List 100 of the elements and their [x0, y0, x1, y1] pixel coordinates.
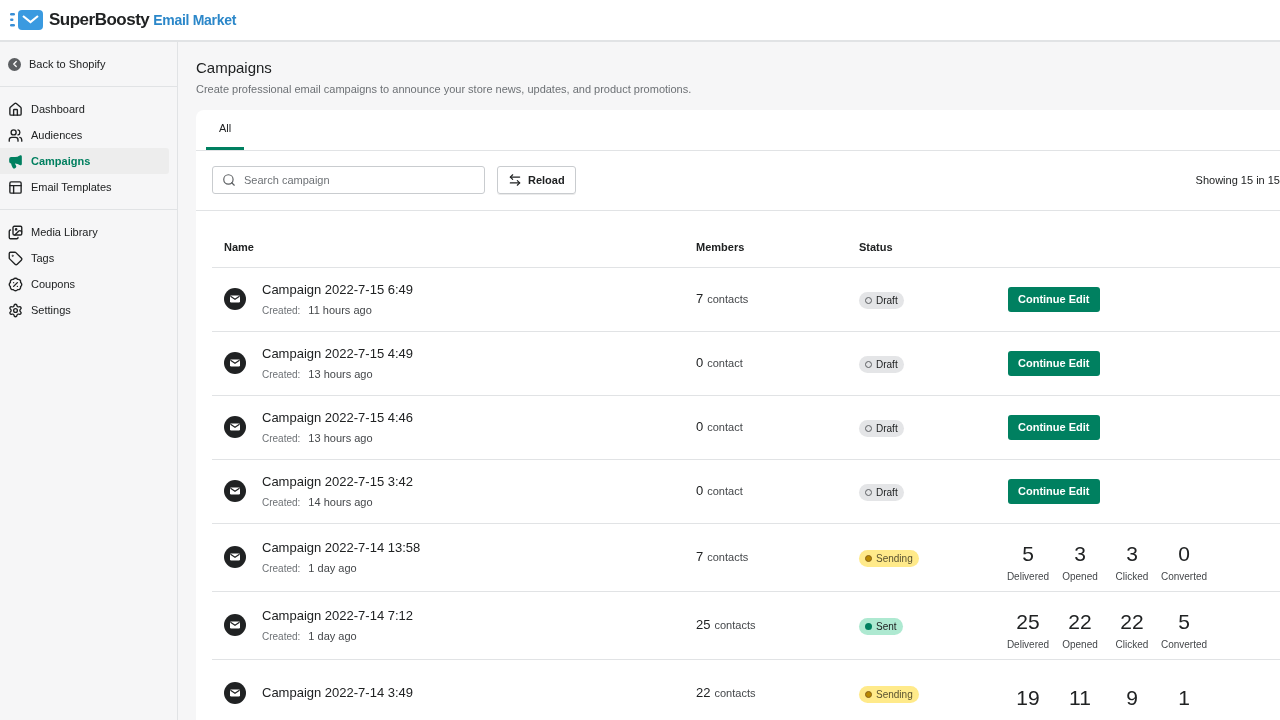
sidebar-item[interactable]: Tags — [0, 245, 169, 271]
created-label: Created: — [262, 495, 301, 510]
search-field[interactable]: Search campaign — [212, 166, 485, 194]
stat-value: 0 — [1178, 540, 1190, 567]
created-time: 1 day ago — [308, 561, 357, 576]
created-time: 11 hours ago — [308, 303, 372, 318]
created-label: Created: — [262, 629, 301, 644]
column-header: Status — [859, 239, 894, 255]
status-badge: Draft — [859, 420, 904, 437]
envelope-icon — [224, 614, 246, 636]
envelope-icon — [224, 416, 246, 438]
campaign-name[interactable]: Campaign 2022-7-15 3:42 — [262, 471, 414, 491]
campaign-name[interactable]: Campaign 2022-7-15 4:49 — [262, 343, 414, 363]
member-count: 0 — [696, 482, 704, 501]
member-unit: contacts — [707, 550, 749, 566]
stat-value: 1 — [1178, 685, 1190, 711]
status-badge: Draft — [859, 484, 904, 501]
stat-value: 22 — [1120, 608, 1144, 635]
page-title: Campaigns — [196, 58, 273, 78]
envelope-icon — [224, 546, 246, 568]
campaign-name[interactable]: Campaign 2022-7-14 3:49 — [262, 683, 414, 703]
search-icon — [222, 173, 236, 187]
status-badge: Sent — [859, 618, 903, 635]
created-time: 13 hours ago — [308, 431, 373, 446]
showing-count: Showing 15 in 15 — [1195, 172, 1280, 188]
created-label: Created: — [262, 367, 301, 382]
status-badge: Sending — [859, 550, 919, 567]
swap-arrows-icon — [508, 173, 522, 187]
member-count: 0 — [696, 354, 704, 373]
stat-value: 25 — [1016, 608, 1040, 635]
stat-label: Delivered — [1006, 569, 1050, 584]
stat-value: 3 — [1126, 540, 1138, 567]
member-count: 25 — [696, 616, 711, 635]
sidebar-item[interactable]: Coupons — [0, 271, 169, 297]
stat-value: 11 — [1069, 685, 1091, 711]
campaign-name[interactable]: Campaign 2022-7-15 4:46 — [262, 407, 414, 427]
created-time: 1 day ago — [308, 629, 357, 644]
status-badge: Sending — [859, 686, 919, 703]
member-count: 7 — [696, 290, 704, 309]
settings-icon — [8, 302, 23, 318]
stat-label: Converted — [1160, 637, 1208, 652]
campaign-name[interactable]: Campaign 2022-7-14 7:12 — [262, 605, 414, 625]
page-subtitle: Create professional email campaigns to announce your store news, updates, and product promotions. — [196, 82, 693, 97]
sidebar-item[interactable]: Settings — [0, 297, 169, 323]
envelope-logo-icon — [10, 9, 43, 31]
product-name: Email Market — [153, 11, 237, 31]
stat-value: 19 — [1016, 685, 1040, 711]
created-label: Created: — [262, 303, 301, 318]
percent-badge-icon — [8, 276, 23, 292]
tag-icon — [8, 250, 23, 266]
campaign-name[interactable]: Campaign 2022-7-14 13:58 — [262, 537, 421, 557]
sidebar-item[interactable]: Email Templates — [0, 174, 169, 200]
member-unit: contact — [707, 420, 743, 436]
stat-label: Clicked — [1115, 569, 1149, 584]
stat-value: 22 — [1068, 608, 1092, 635]
created-time: 14 hours ago — [308, 495, 373, 510]
sidebar-item[interactable]: Campaigns — [0, 148, 169, 174]
home-icon — [8, 101, 23, 117]
stat-value: 5 — [1178, 608, 1190, 635]
tab[interactable]: All — [206, 109, 245, 150]
member-unit: contacts — [714, 618, 756, 634]
sidebar-item[interactable]: Media Library — [0, 219, 169, 245]
back-icon — [8, 57, 21, 71]
people-icon — [8, 127, 23, 143]
megaphone-icon — [8, 153, 23, 169]
campaign-name[interactable]: Campaign 2022-7-15 6:49 — [262, 279, 414, 299]
member-count: 7 — [696, 548, 704, 567]
images-icon — [8, 224, 23, 240]
reload-button[interactable]: Reload — [497, 166, 576, 194]
envelope-icon — [224, 288, 246, 310]
created-label: Created: — [262, 561, 301, 576]
layout-icon — [8, 179, 23, 195]
column-header: Members — [696, 239, 746, 255]
stat-label: Delivered — [1006, 637, 1050, 652]
member-unit: contact — [707, 484, 743, 500]
stat-value: 3 — [1074, 540, 1086, 567]
sidebar-item[interactable]: Audiences — [0, 122, 169, 148]
created-time: 13 hours ago — [308, 367, 373, 382]
brand-name: SuperBoosty — [49, 9, 150, 32]
sidebar-item[interactable]: Dashboard — [0, 96, 169, 122]
member-count: 22 — [696, 684, 711, 703]
member-unit: contacts — [714, 686, 756, 702]
stat-label: Clicked — [1115, 637, 1149, 652]
stat-value: 5 — [1022, 540, 1034, 567]
continue-edit-button[interactable]: Continue Edit — [1008, 287, 1100, 312]
continue-edit-button[interactable]: Continue Edit — [1008, 479, 1100, 504]
member-count: 0 — [696, 418, 704, 437]
stat-label: Opened — [1062, 637, 1098, 652]
created-label: Created: — [262, 431, 301, 446]
continue-edit-button[interactable]: Continue Edit — [1008, 351, 1100, 376]
envelope-icon — [224, 352, 246, 374]
back-link[interactable]: Back to Shopify — [0, 54, 177, 74]
stat-value: 9 — [1126, 685, 1138, 711]
envelope-icon — [224, 480, 246, 502]
envelope-icon — [224, 682, 246, 704]
column-header: Name — [224, 239, 255, 255]
member-unit: contacts — [707, 292, 749, 308]
continue-edit-button[interactable]: Continue Edit — [1008, 415, 1100, 440]
status-badge: Draft — [859, 292, 904, 309]
status-badge: Draft — [859, 356, 904, 373]
